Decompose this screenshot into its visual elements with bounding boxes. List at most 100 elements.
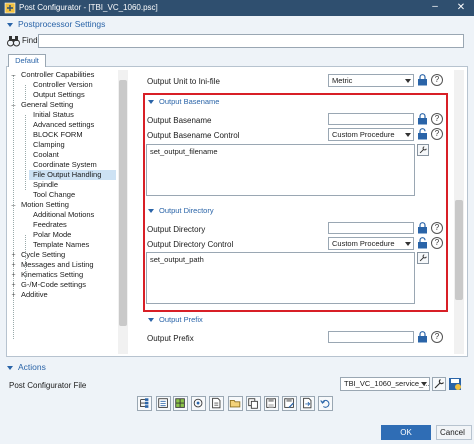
tree-item-label: Clamping: [33, 140, 65, 149]
expand-icon[interactable]: +: [10, 282, 17, 289]
expand-icon[interactable]: +: [10, 252, 17, 259]
postprocessor-settings-header[interactable]: Postprocessor Settings: [7, 19, 105, 29]
settings-tree: – Controller Capabilities Controller Ver…: [9, 70, 116, 354]
tree-item-label: Output Settings: [33, 90, 85, 99]
help-icon[interactable]: ?: [431, 74, 443, 86]
toolbar-list-icon[interactable]: [156, 396, 171, 411]
chevron-down-icon: [421, 382, 427, 386]
chevron-down-icon: [405, 79, 411, 83]
output-prefix-input[interactable]: [328, 331, 414, 343]
collapse-icon[interactable]: –: [10, 102, 17, 109]
tree-item-label: Additional Motions: [33, 210, 95, 219]
tree-item-label: Controller Capabilities: [21, 70, 95, 79]
save-settings-icon[interactable]: [448, 377, 462, 391]
right-panel-scrollbar-thumb[interactable]: [455, 200, 463, 300]
tab-default[interactable]: Default: [8, 54, 46, 67]
toolbar-tree-icon[interactable]: [137, 396, 152, 411]
cancel-button[interactable]: Cancel: [436, 425, 472, 440]
tree-item-block-form[interactable]: BLOCK FORM: [9, 130, 116, 140]
find-input[interactable]: [38, 34, 464, 48]
tree-item-label: Cycle Setting: [21, 250, 66, 259]
tree-item-label: Motion Setting: [21, 200, 69, 209]
output-unit-select[interactable]: Metric: [328, 74, 414, 87]
tree-item-label: Spindle: [33, 180, 59, 189]
output-unit-label: Output Unit to Ini-file: [147, 77, 220, 86]
tree-item-template-names[interactable]: Template Names: [9, 240, 116, 250]
tree-item-controller-version[interactable]: Controller Version: [9, 80, 116, 90]
highlight-box: [143, 93, 448, 312]
tree-item-feedrates[interactable]: Feedrates: [9, 220, 116, 230]
output-prefix-header[interactable]: Output Prefix: [148, 315, 203, 324]
wrench-icon[interactable]: [432, 377, 446, 391]
tree-item-initial-status[interactable]: Initial Status: [9, 110, 116, 120]
app-icon: [4, 2, 16, 14]
pcf-value: TBI_VC_1060_service_...: [344, 379, 430, 388]
tree-item-advanced-settings[interactable]: Advanced settings: [9, 120, 116, 130]
tree-item-label: File Output Handling: [33, 170, 102, 179]
output-prefix-label: Output Prefix: [147, 334, 194, 343]
tree-item-clamping[interactable]: Clamping: [9, 140, 116, 150]
tree-item-tool-change[interactable]: Tool Change: [9, 190, 116, 200]
tree-item-label: Template Names: [33, 240, 90, 249]
tree-item-kinematics-setting[interactable]: + Kinematics Setting: [9, 270, 116, 280]
expand-icon[interactable]: +: [10, 262, 17, 269]
tree-item-coordinate-system[interactable]: Coordinate System: [9, 160, 116, 170]
tree-item-label: Additive: [21, 290, 48, 299]
tree-item-label: General Setting: [21, 100, 74, 109]
tree-item-label: Feedrates: [33, 220, 67, 229]
toolbar-grid-icon[interactable]: [173, 396, 188, 411]
tree-item-label: Initial Status: [33, 110, 74, 119]
window-title: Post Configurator - [TBI_VC_1060.psc]: [19, 3, 158, 12]
section-title: Postprocessor Settings: [18, 19, 106, 29]
tree-item-label: Kinematics Setting: [21, 270, 84, 279]
tree-item-file-output-handling[interactable]: File Output Handling: [29, 170, 116, 180]
lock-icon[interactable]: [417, 331, 428, 343]
tree-item-general-setting[interactable]: – General Setting: [9, 100, 116, 110]
toolbar-export-icon[interactable]: [300, 396, 315, 411]
tree-item-controller-capabilities[interactable]: – Controller Capabilities: [9, 70, 116, 80]
expand-icon[interactable]: +: [10, 272, 17, 279]
find-label: Find: [22, 36, 38, 45]
tree-item-motion-setting[interactable]: – Motion Setting: [9, 200, 116, 210]
collapse-icon[interactable]: –: [10, 72, 17, 79]
toolbar-document-icon[interactable]: [209, 396, 224, 411]
minimize-button[interactable]: –: [428, 1, 442, 15]
collapse-triangle-icon: [7, 365, 13, 370]
help-icon[interactable]: ?: [431, 331, 443, 343]
tree-item-label: Polar Mode: [33, 230, 72, 239]
actions-title: Actions: [18, 362, 46, 372]
pcf-select[interactable]: TBI_VC_1060_service_...: [340, 377, 430, 391]
title-bar: Post Configurator - [TBI_VC_1060.psc] – …: [0, 0, 474, 16]
group-title: Output Prefix: [159, 315, 203, 324]
tree-item-polar-mode[interactable]: Polar Mode: [9, 230, 116, 240]
tree-item-label: Coolant: [33, 150, 59, 159]
ok-button[interactable]: OK: [381, 425, 431, 440]
toolbar-copy-icon[interactable]: [246, 396, 261, 411]
toolbar-save-as-icon[interactable]: [282, 396, 297, 411]
tree-item-spindle[interactable]: Spindle: [9, 180, 116, 190]
tree-item-label: BLOCK FORM: [33, 130, 83, 139]
output-unit-value: Metric: [332, 76, 353, 85]
tree-item-additive[interactable]: + Additive: [9, 290, 116, 300]
toolbar-folder-icon[interactable]: [228, 396, 243, 411]
collapse-icon[interactable]: –: [10, 202, 17, 209]
tree-item-messages-and-listing[interactable]: + Messages and Listing: [9, 260, 116, 270]
actions-header[interactable]: Actions: [7, 362, 46, 372]
tree-item-label: G-/M-Code settings: [21, 280, 87, 289]
lock-icon[interactable]: [417, 74, 428, 86]
tree-scrollbar-thumb[interactable]: [119, 80, 127, 326]
tree-item-output-settings[interactable]: Output Settings: [9, 90, 116, 100]
tree-item-additional-motions[interactable]: Additional Motions: [9, 210, 116, 220]
tree-item-label: Tool Change: [33, 190, 76, 199]
tree-item-label: Messages and Listing: [21, 260, 94, 269]
tree-item-cycle-setting[interactable]: + Cycle Setting: [9, 250, 116, 260]
tree-item-gm-code-settings[interactable]: + G-/M-Code settings: [9, 280, 116, 290]
tree-item-label: Coordinate System: [33, 160, 97, 169]
close-window-button[interactable]: ✕: [452, 1, 470, 15]
toolbar-save-icon[interactable]: [264, 396, 279, 411]
toolbar-undo-icon[interactable]: [318, 396, 333, 411]
binoculars-icon: [7, 36, 20, 47]
tree-item-coolant[interactable]: Coolant: [9, 150, 116, 160]
expand-icon[interactable]: +: [10, 292, 17, 299]
toolbar-machine-icon[interactable]: [191, 396, 206, 411]
